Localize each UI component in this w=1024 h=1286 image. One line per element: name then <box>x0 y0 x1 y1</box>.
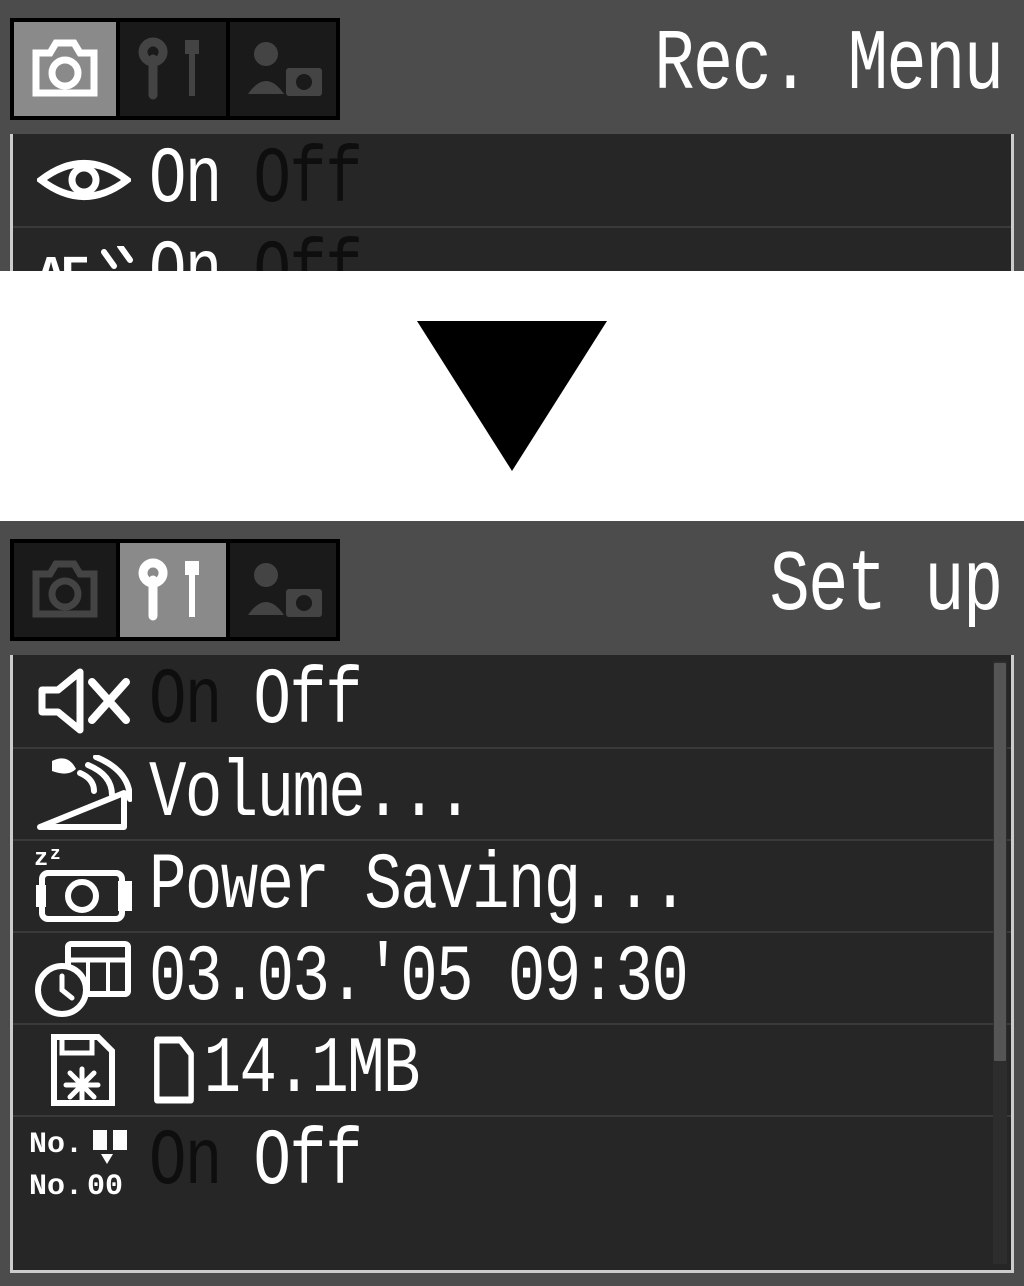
person-camera-icon <box>240 555 326 625</box>
tab-setup[interactable] <box>120 539 230 641</box>
clock-calendar-icon <box>19 938 149 1018</box>
tools-icon <box>135 555 211 625</box>
card-icon <box>149 1033 197 1107</box>
menu-row-file-number[interactable]: No. No. 00 On Off <box>13 1115 1011 1207</box>
row-value: On Off <box>149 1117 817 1208</box>
power-saving-icon: z z <box>19 845 149 927</box>
menu-row-af-assist[interactable]: AF On Off <box>13 226 1011 271</box>
menu-title: Set up <box>770 537 1002 635</box>
file-number-icon: No. No. 00 <box>19 1122 149 1202</box>
option-on[interactable]: On <box>149 228 221 272</box>
svg-text:00: 00 <box>87 1170 123 1202</box>
volume-icon <box>19 755 149 833</box>
menu-row-volume[interactable]: Volume... <box>13 747 1011 839</box>
option-off[interactable]: Off <box>254 656 362 747</box>
row-value: 03.03.'05 09:30 <box>149 933 817 1024</box>
person-camera-icon <box>240 34 326 104</box>
camera-icon <box>26 39 104 99</box>
option-off[interactable]: Off <box>254 228 362 272</box>
camera-icon <box>26 560 104 620</box>
setup-menu-body: On Off Volume... z z <box>10 655 1014 1273</box>
tab-bar <box>10 18 340 120</box>
down-arrow-icon <box>417 321 607 471</box>
svg-text:No.: No. <box>29 1170 83 1202</box>
eye-icon <box>19 151 149 209</box>
svg-text:z: z <box>34 846 48 873</box>
tools-icon <box>135 34 211 104</box>
menu-row-datetime[interactable]: 03.03.'05 09:30 <box>13 931 1011 1023</box>
menu-row-mute[interactable]: On Off <box>13 655 1011 747</box>
af-assist-icon: AF <box>19 246 149 271</box>
format-icon <box>19 1029 149 1111</box>
option-on[interactable]: On <box>149 1117 221 1208</box>
header: Set up <box>10 539 1014 649</box>
menu-row-power-saving[interactable]: z z Power Saving... <box>13 839 1011 931</box>
tab-mycamera[interactable] <box>230 18 340 120</box>
scrollbar-thumb[interactable] <box>994 663 1006 1061</box>
option-off[interactable]: Off <box>254 135 362 226</box>
value-label: Power Saving... <box>149 841 687 932</box>
svg-text:AF: AF <box>36 249 87 271</box>
row-value: On Off <box>149 228 817 272</box>
option-off[interactable]: Off <box>254 1117 362 1208</box>
option-on[interactable]: On <box>149 135 221 226</box>
transition-indicator <box>0 271 1024 521</box>
tab-setup[interactable] <box>120 18 230 120</box>
row-value: On Off <box>149 135 817 226</box>
mute-icon <box>19 668 149 734</box>
value-label: 14.1MB <box>204 1025 419 1116</box>
value-label: 03.03.'05 09:30 <box>149 933 687 1024</box>
menu-row-redeye[interactable]: On Off <box>13 134 1011 226</box>
header: Rec. Menu <box>10 18 1014 128</box>
tab-bar <box>10 539 340 641</box>
svg-text:No.: No. <box>29 1128 83 1162</box>
row-value: Power Saving... <box>149 841 817 932</box>
option-on[interactable]: On <box>149 656 221 747</box>
tab-rec[interactable] <box>10 539 120 641</box>
rec-menu-body: On Off AF On Off <box>10 134 1014 271</box>
value-label: Volume... <box>149 749 472 840</box>
menu-title: Rec. Menu <box>654 16 1002 114</box>
row-value: Volume... <box>149 749 817 840</box>
rec-menu-panel: Rec. Menu On Off AF <box>0 0 1024 271</box>
row-value: On Off <box>149 656 817 747</box>
menu-row-format[interactable]: 14.1MB <box>13 1023 1011 1115</box>
tab-mycamera[interactable] <box>230 539 340 641</box>
row-value: 14.1MB <box>149 1025 817 1116</box>
setup-menu-panel: Set up On Off <box>0 521 1024 1286</box>
svg-text:z: z <box>50 845 61 865</box>
scrollbar[interactable] <box>993 661 1007 1264</box>
tab-rec[interactable] <box>10 18 120 120</box>
